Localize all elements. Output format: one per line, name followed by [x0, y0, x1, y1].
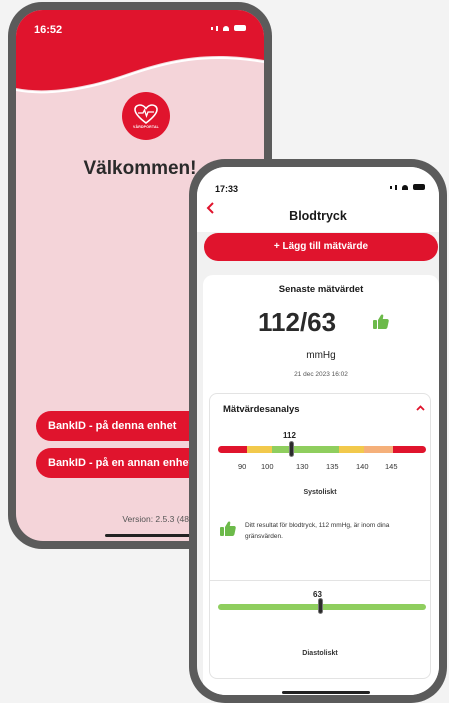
systolic-tick: 100 [261, 462, 274, 471]
blood-pressure-value: 112/63 [258, 307, 337, 337]
systolic-label: Systoliskt [303, 489, 337, 496]
systolic-marker [289, 441, 294, 457]
systolic-tick: 90 [238, 462, 247, 471]
signal-icon [216, 25, 218, 31]
analysis-title: Mätvärdesanalys [223, 404, 300, 415]
latest-measurement-card: Senaste mätvärdet 112/63 mmHg 21 dec 202… [203, 275, 439, 695]
battery-icon [413, 184, 425, 190]
wifi-icon [223, 25, 229, 31]
signal-icon [395, 184, 397, 190]
signal-icon [211, 26, 213, 30]
heart-pulse-icon [134, 103, 158, 124]
blood-pressure-screen: 17:33 Blodtryck + Lägg till mätvärde Sen… [197, 167, 439, 695]
systolic-value: 112 [283, 431, 296, 440]
home-indicator [282, 691, 370, 694]
thumbs-up-icon [220, 521, 236, 541]
chevron-up-icon[interactable] [416, 403, 425, 414]
systolic-tick: 140 [356, 462, 369, 471]
add-measurement-button[interactable]: + Lägg till mätvärde [204, 233, 438, 261]
thumbs-up-icon [373, 314, 389, 334]
status-time: 16:52 [34, 24, 63, 36]
systolic-tick: 135 [326, 462, 339, 471]
status-time: 17:33 [215, 184, 239, 194]
home-indicator [105, 534, 195, 537]
page-title: Blodtryck [289, 209, 347, 223]
logo-text: VÅRDPORTAL [132, 124, 160, 129]
signal-icon [390, 185, 392, 189]
diastolic-label: Diastoliskt [302, 650, 338, 657]
result-text: Ditt resultat för blodtryck, 112 mmHg, ä… [245, 522, 390, 540]
status-icons [211, 25, 246, 31]
diastolic-marker [318, 598, 323, 614]
systolic-range-bar [218, 446, 426, 453]
status-icons [390, 184, 425, 190]
wifi-icon [402, 184, 408, 190]
divider [210, 580, 430, 581]
analysis-panel: Mätvärdesanalys 112 90 100 130 135 140 1… [209, 393, 431, 679]
measurement-date: 21 dec 2023 16:02 [294, 371, 348, 378]
unit-label: mmHg [306, 350, 336, 361]
blood-pressure-phone: 17:33 Blodtryck + Lägg till mätvärde Sen… [189, 159, 447, 703]
systolic-tick: 130 [296, 462, 309, 471]
battery-icon [234, 25, 246, 31]
systolic-tick: 145 [385, 462, 398, 471]
latest-label: Senaste mätvärdet [278, 284, 364, 295]
app-logo: VÅRDPORTAL [122, 92, 170, 140]
